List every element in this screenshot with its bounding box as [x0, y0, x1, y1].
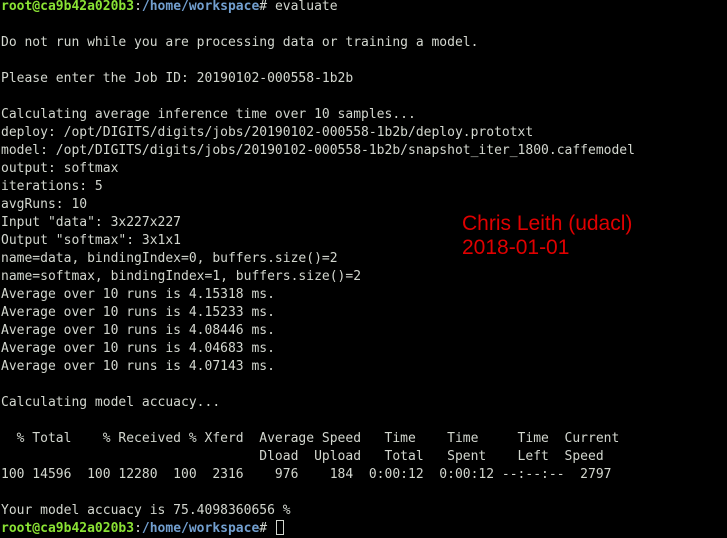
curl-progress-line: 100 14596 100 12280 100 2316 976 184 0:0…: [1, 467, 612, 482]
watermark-name: Chris Leith (udacl): [462, 212, 633, 235]
prompt-separator: :: [134, 521, 142, 536]
output-line: iterations: 5: [1, 179, 103, 194]
output-line: output: softmax: [1, 161, 119, 176]
output-line: avgRuns: 10: [1, 197, 88, 212]
prompt-line-first: root@ca9b42a020b3:/home/workspace# evalu…: [1, 0, 338, 16]
output-line: name=softmax, bindingIndex=1, buffers.si…: [1, 269, 362, 284]
output-line: model: /opt/DIGITS/digits/jobs/20190102-…: [1, 143, 635, 158]
output-line: Average over 10 runs is 4.15318 ms.: [1, 287, 275, 302]
text-cursor[interactable]: [275, 520, 284, 535]
output-line: Average over 10 runs is 4.08446 ms.: [1, 323, 275, 338]
terminal-window[interactable]: root@ca9b42a020b3:/home/workspace# evalu…: [0, 0, 727, 538]
prompt-separator: :: [134, 0, 142, 14]
prompt-symbol: #: [259, 521, 275, 536]
curl-header-line: % Total % Received % Xferd Average Speed…: [1, 431, 620, 446]
output-line: name=data, bindingIndex=0, buffers.size(…: [1, 251, 338, 266]
output-line: Output "softmax": 3x1x1: [1, 233, 182, 248]
output-line: deploy: /opt/DIGITS/digits/jobs/20190102…: [1, 125, 534, 140]
prompt-path: /home/workspace: [141, 0, 260, 14]
output-line: Calculating model accuacy...: [1, 395, 221, 410]
prompt-symbol: #: [259, 0, 275, 14]
output-line: Please enter the Job ID: 20190102-000558…: [1, 71, 354, 86]
prompt-path: /home/workspace: [141, 521, 260, 536]
prompt-line-current[interactable]: root@ca9b42a020b3:/home/workspace#: [1, 520, 284, 538]
output-line: Do not run while you are processing data…: [1, 35, 479, 50]
command-text: evaluate: [274, 0, 338, 14]
prompt-user-host: root@ca9b42a020b3: [1, 0, 135, 14]
output-line: Average over 10 runs is 4.04683 ms.: [1, 341, 275, 356]
output-line: Input "data": 3x227x227: [1, 215, 182, 230]
curl-header-line: Dload Upload Total Spent Left Speed: [1, 449, 604, 464]
author-watermark: Chris Leith (udacl) 2018-01-01: [462, 212, 632, 260]
output-line: Calculating average inference time over …: [1, 107, 416, 122]
output-line: Average over 10 runs is 4.15233 ms.: [1, 305, 275, 320]
accuracy-result-line: Your model accuacy is 75.4098360656 %: [1, 503, 291, 518]
output-line: Average over 10 runs is 4.07143 ms.: [1, 359, 275, 374]
watermark-date: 2018-01-01: [462, 236, 570, 259]
prompt-user-host: root@ca9b42a020b3: [1, 521, 135, 536]
